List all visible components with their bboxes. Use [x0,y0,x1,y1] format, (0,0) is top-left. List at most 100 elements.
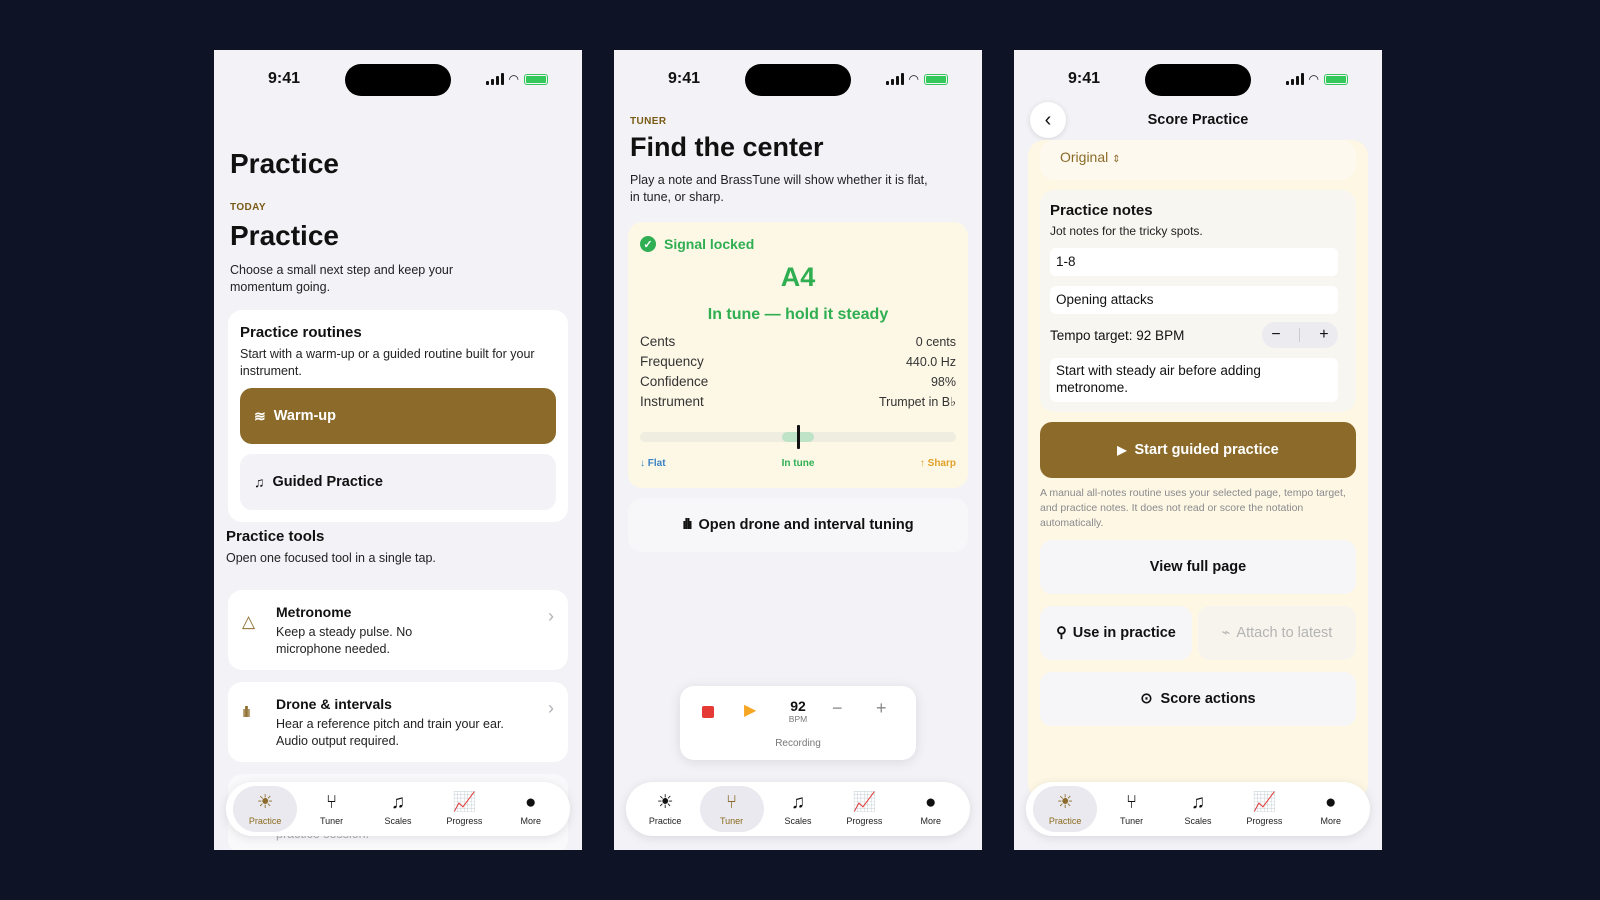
use-label: Use in practice [1072,625,1176,641]
tempo-stepper[interactable]: − + [1262,322,1338,348]
more-icon: ● [525,791,537,813]
tab-scales[interactable]: ♫ Scales [366,786,430,832]
minus-icon[interactable]: − [832,698,843,719]
warmup-label: Warm-up [273,408,337,424]
status-time: 9:41 [1068,70,1101,87]
tuner-card: ✓ Signal locked A4 In tune — hold it ste… [628,222,968,488]
tab-label: Practice [248,815,282,826]
attach-label: Attach to latest [1236,625,1333,641]
tab-scales[interactable]: ♫ Scales [766,786,830,832]
drone-tuning-button[interactable]: ıllı Open drone and interval tuning [628,498,968,552]
tab-progress[interactable]: 📈 Progress [432,786,496,832]
music-list-icon: ♫ [790,791,806,813]
start-guided-practice-button[interactable]: ▶ Start guided practice [1040,422,1356,478]
focus-field[interactable]: Opening attacks [1050,286,1338,314]
start-label: Start guided practice [1134,442,1279,458]
practice-screen: 9:41 ◠ Practice TODAY Practice Choose a … [214,50,582,850]
notes-desc: Jot notes for the tricky spots. [1050,224,1203,238]
tab-practice[interactable]: ☀ Practice [233,786,298,832]
tab-practice[interactable]: ☀ Practice [1033,786,1098,832]
tab-label: Practice [648,815,682,826]
tuning-fork-icon: ⑂ [1125,791,1138,813]
reading-row: Cents 0 cents [640,332,956,352]
eyebrow: TUNER [630,116,667,127]
waveform-icon: ıllı [682,517,692,533]
dynamic-island [1145,64,1251,96]
tempo-target: Tempo target: 92 BPM [1050,328,1185,343]
play-icon: ▶ [1117,443,1127,457]
signal-icon [1285,73,1304,85]
dynamic-island [345,64,451,96]
plus-icon[interactable]: + [1319,326,1328,344]
disclaimer-text: A manual all-notes routine uses your sel… [1040,487,1346,529]
battery-icon [924,73,948,85]
sun-icon: ☀ [656,791,674,813]
dynamic-island [745,64,851,96]
tuning-meter [640,425,956,449]
view-full-page-button[interactable]: View full page [1040,540,1356,594]
tuning-fork-icon: ⑂ [325,791,338,813]
tab-more[interactable]: ● More [499,786,563,832]
tab-tuner[interactable]: ⑂ Tuner [300,786,364,832]
reading-value: 98% [930,375,956,389]
wind-icon: ≋ [254,407,266,424]
metronome-card[interactable]: △ Metronome Keep a steady pulse. No micr… [228,590,568,670]
measures-field[interactable]: 1-8 [1050,248,1338,276]
paperclip-icon: ⌁ [1221,625,1231,641]
wifi-icon: ◠ [508,72,519,86]
status-time: 9:41 [268,70,301,87]
reading-label: Frequency [640,354,704,369]
tab-label: Tuner [319,815,344,826]
guided-practice-button[interactable]: ♫ Guided Practice [240,454,556,510]
version-picker[interactable]: Original ⇕ [1060,149,1121,165]
reading-row: Instrument Trumpet in B♭ [640,392,956,412]
routines-card: Practice routines Start with a warm-up o… [228,310,568,522]
page-subtitle: Play a note and BrassTune will show whet… [630,173,928,204]
tab-scales[interactable]: ♫ Scales [1166,786,1230,832]
memo-field[interactable]: Start with steady air before adding metr… [1050,358,1338,402]
reading-label: Cents [640,334,676,349]
tuning-status: In tune — hold it steady [707,306,889,323]
version-card: Original ⇕ [1040,140,1356,180]
score-panel: Original ⇕ Practice notes Jot notes for … [1028,140,1368,800]
tab-label: Scales [384,815,412,826]
status-bar: 9:41 ◠ [214,64,582,96]
tab-progress[interactable]: 📈 Progress [1232,786,1296,832]
meter-needle [796,425,800,449]
signal-icon [485,73,504,85]
check-circle-icon: ✓ [640,236,656,252]
page-subtitle: Choose a small next step and keep your m… [230,263,454,294]
minus-icon[interactable]: − [1271,326,1280,344]
tab-tuner[interactable]: ⑂ Tuner [699,786,764,832]
version-label: Original [1060,149,1109,165]
warmup-button[interactable]: ≋ Warm-up [240,388,556,444]
sun-icon: ☀ [256,791,274,813]
use-in-practice-button[interactable]: ⚲ Use in practice [1040,606,1192,660]
plus-icon[interactable]: + [876,698,887,719]
music-list-icon: ♫ [254,474,265,490]
signal-status: Signal locked [664,236,755,252]
tab-practice[interactable]: ☀ Practice [633,786,697,832]
metronome-desc: Keep a steady pulse. No microphone neede… [276,625,413,656]
attach-to-latest-button[interactable]: ⌁ Attach to latest [1198,606,1356,660]
tab-tuner[interactable]: ⑂ Tuner [1100,786,1164,832]
chart-icon: 📈 [452,791,477,813]
score-practice-screen: 9:41 ◠ ‹ Score Practice Original ⇕ Pract… [1014,50,1382,850]
reading-value: Trumpet in B♭ [879,395,956,409]
sharp-label: ↑ Sharp [919,458,956,469]
score-actions-button[interactable]: ⊙ Score actions [1040,672,1356,726]
tab-label: Tuner [1119,815,1144,826]
play-icon[interactable]: ▶ [744,700,756,720]
stop-icon[interactable] [702,706,714,718]
page-title: Find the center [630,132,824,162]
tab-progress[interactable]: 📈 Progress [832,786,896,832]
chart-icon: 📈 [852,791,877,813]
metronome-icon: △ [242,612,256,631]
tab-more[interactable]: ● More [899,786,963,832]
tab-more[interactable]: ● More [1299,786,1363,832]
battery-icon [1324,73,1348,85]
tuner-screen: 9:41 ◠ TUNER Find the center Play a note… [614,50,982,850]
drone-card[interactable]: ıllı Drone & intervals Hear a reference … [228,682,568,762]
sharp-text: Sharp [927,458,956,469]
tab-label: Tuner [719,815,744,826]
